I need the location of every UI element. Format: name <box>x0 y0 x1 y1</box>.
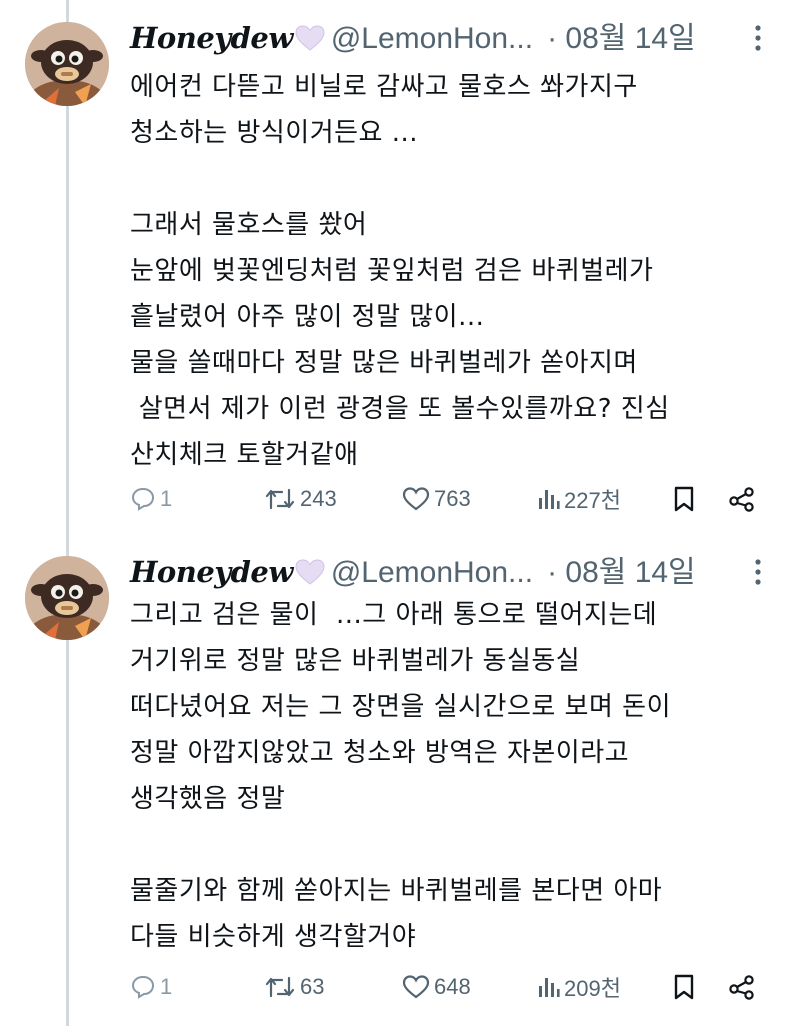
avatar-image <box>25 556 109 640</box>
share-button[interactable] <box>728 479 756 519</box>
display-name[interactable]: Honeydew <box>130 21 293 55</box>
retweet-button[interactable]: 63 <box>264 967 324 1007</box>
retweet-count: 63 <box>300 974 325 999</box>
share-icon <box>729 487 754 512</box>
like-count: 648 <box>434 974 471 999</box>
view-count: 209천 <box>564 976 621 1001</box>
retweet-icon <box>265 488 295 510</box>
reply-button[interactable]: 1 <box>130 967 172 1007</box>
tweet-text-line: 살면서 제가 이런 광경을 또 볼수있를까요? 진심 <box>130 394 670 424</box>
tweet-text-line: 청소하는 방식이거든요 ... <box>130 118 419 148</box>
action-bar: 1 243 763 227천 <box>130 479 770 519</box>
avatar-image <box>25 22 109 106</box>
tweet-text-line: 그리고 검은 물이 ...그 아래 통으로 떨어지는데 <box>130 600 658 630</box>
avatar[interactable] <box>25 22 109 106</box>
share-icon <box>729 975 754 1000</box>
display-name[interactable]: Honeydew <box>130 555 293 589</box>
like-button[interactable]: 648 <box>402 967 471 1007</box>
avatar[interactable] <box>25 556 109 640</box>
retweet-count: 243 <box>300 486 337 511</box>
bookmark-icon <box>674 974 694 1000</box>
timestamp[interactable]: · 08월 14일 <box>547 556 696 589</box>
white-heart-icon <box>295 21 325 61</box>
tweet-text-line: 흩날렸어 아주 많이 정말 많이... <box>130 302 485 332</box>
tweet-text-line: 그래서 물호스를 쐈어 <box>130 210 368 240</box>
tweet-text-line: 떠다녔어요 저는 그 장면을 실시간으로 보며 돈이 <box>130 692 671 722</box>
bookmark-icon <box>674 486 694 512</box>
reply-icon <box>131 487 155 511</box>
handle[interactable]: @LemonHon... <box>331 22 533 55</box>
tweet[interactable]: Honeydew @LemonHon... · 08월 14일 그리고 검은 물이 … <box>0 552 800 1026</box>
retweet-button[interactable]: 243 <box>264 479 337 519</box>
share-button[interactable] <box>728 967 756 1007</box>
tweet-text-line: 산치체크 토할거같애 <box>130 440 359 470</box>
views-button[interactable]: 227천 <box>536 479 621 519</box>
reply-count: 1 <box>160 486 173 511</box>
tweet-text-line: 거기위로 정말 많은 바퀴벌레가 동실동실 <box>130 646 581 676</box>
reply-button[interactable]: 1 <box>130 479 172 519</box>
tweet-text-line: 물줄기와 함께 쏟아지는 바퀴벌레를 본다면 아마 <box>130 876 663 906</box>
more-options-icon[interactable] <box>748 22 768 54</box>
bookmark-button[interactable] <box>672 967 696 1007</box>
tweet-text: 그리고 검은 물이 ...그 아래 통으로 떨어지는데거기위로 정말 많은 바퀴… <box>130 592 770 960</box>
like-icon <box>402 487 430 511</box>
tweet-text-line: 눈앞에 벚꽃엔딩처럼 꽃잎처럼 검은 바퀴벌레가 <box>130 256 654 286</box>
retweet-icon <box>265 976 295 998</box>
tweet-text-line: 에어컨 다뜯고 비닐로 감싸고 물호스 쏴가지구 <box>130 72 638 102</box>
tweet-text-line: 정말 아깝지않았고 청소와 방역은 자본이라고 <box>130 738 630 768</box>
tweet-header: Honeydew @LemonHon... · 08월 14일 <box>130 552 790 592</box>
tweet-text-line: 물을 쏠때마다 정말 많은 바퀴벌레가 쏟아지며 <box>130 348 638 378</box>
handle[interactable]: @LemonHon... <box>331 556 533 589</box>
tweet-text-line: 생각했음 정말 <box>130 784 286 814</box>
views-chart-icon <box>539 490 560 509</box>
reply-icon <box>131 975 155 999</box>
tweet-text: 에어컨 다뜯고 비닐로 감싸고 물호스 쏴가지구청소하는 방식이거든요 ... 그… <box>130 64 770 478</box>
timestamp[interactable]: · 08월 14일 <box>547 22 696 55</box>
like-button[interactable]: 763 <box>402 479 471 519</box>
white-heart-icon <box>295 555 325 595</box>
tweet-text-line: 다들 비슷하게 생각할거야 <box>130 922 417 952</box>
action-bar: 1 63 648 209천 <box>130 967 770 1007</box>
like-icon <box>402 975 430 999</box>
view-count: 227천 <box>564 488 621 513</box>
reply-count: 1 <box>160 974 173 999</box>
bookmark-button[interactable] <box>672 479 696 519</box>
tweet-header: Honeydew @LemonHon... · 08월 14일 <box>130 18 790 58</box>
tweet[interactable]: Honeydew @LemonHon... · 08월 14일 에어컨 다뜯고 비닐… <box>0 18 800 518</box>
more-options-icon[interactable] <box>748 556 768 588</box>
like-count: 763 <box>434 486 471 511</box>
views-chart-icon <box>539 978 560 997</box>
views-button[interactable]: 209천 <box>536 967 621 1007</box>
